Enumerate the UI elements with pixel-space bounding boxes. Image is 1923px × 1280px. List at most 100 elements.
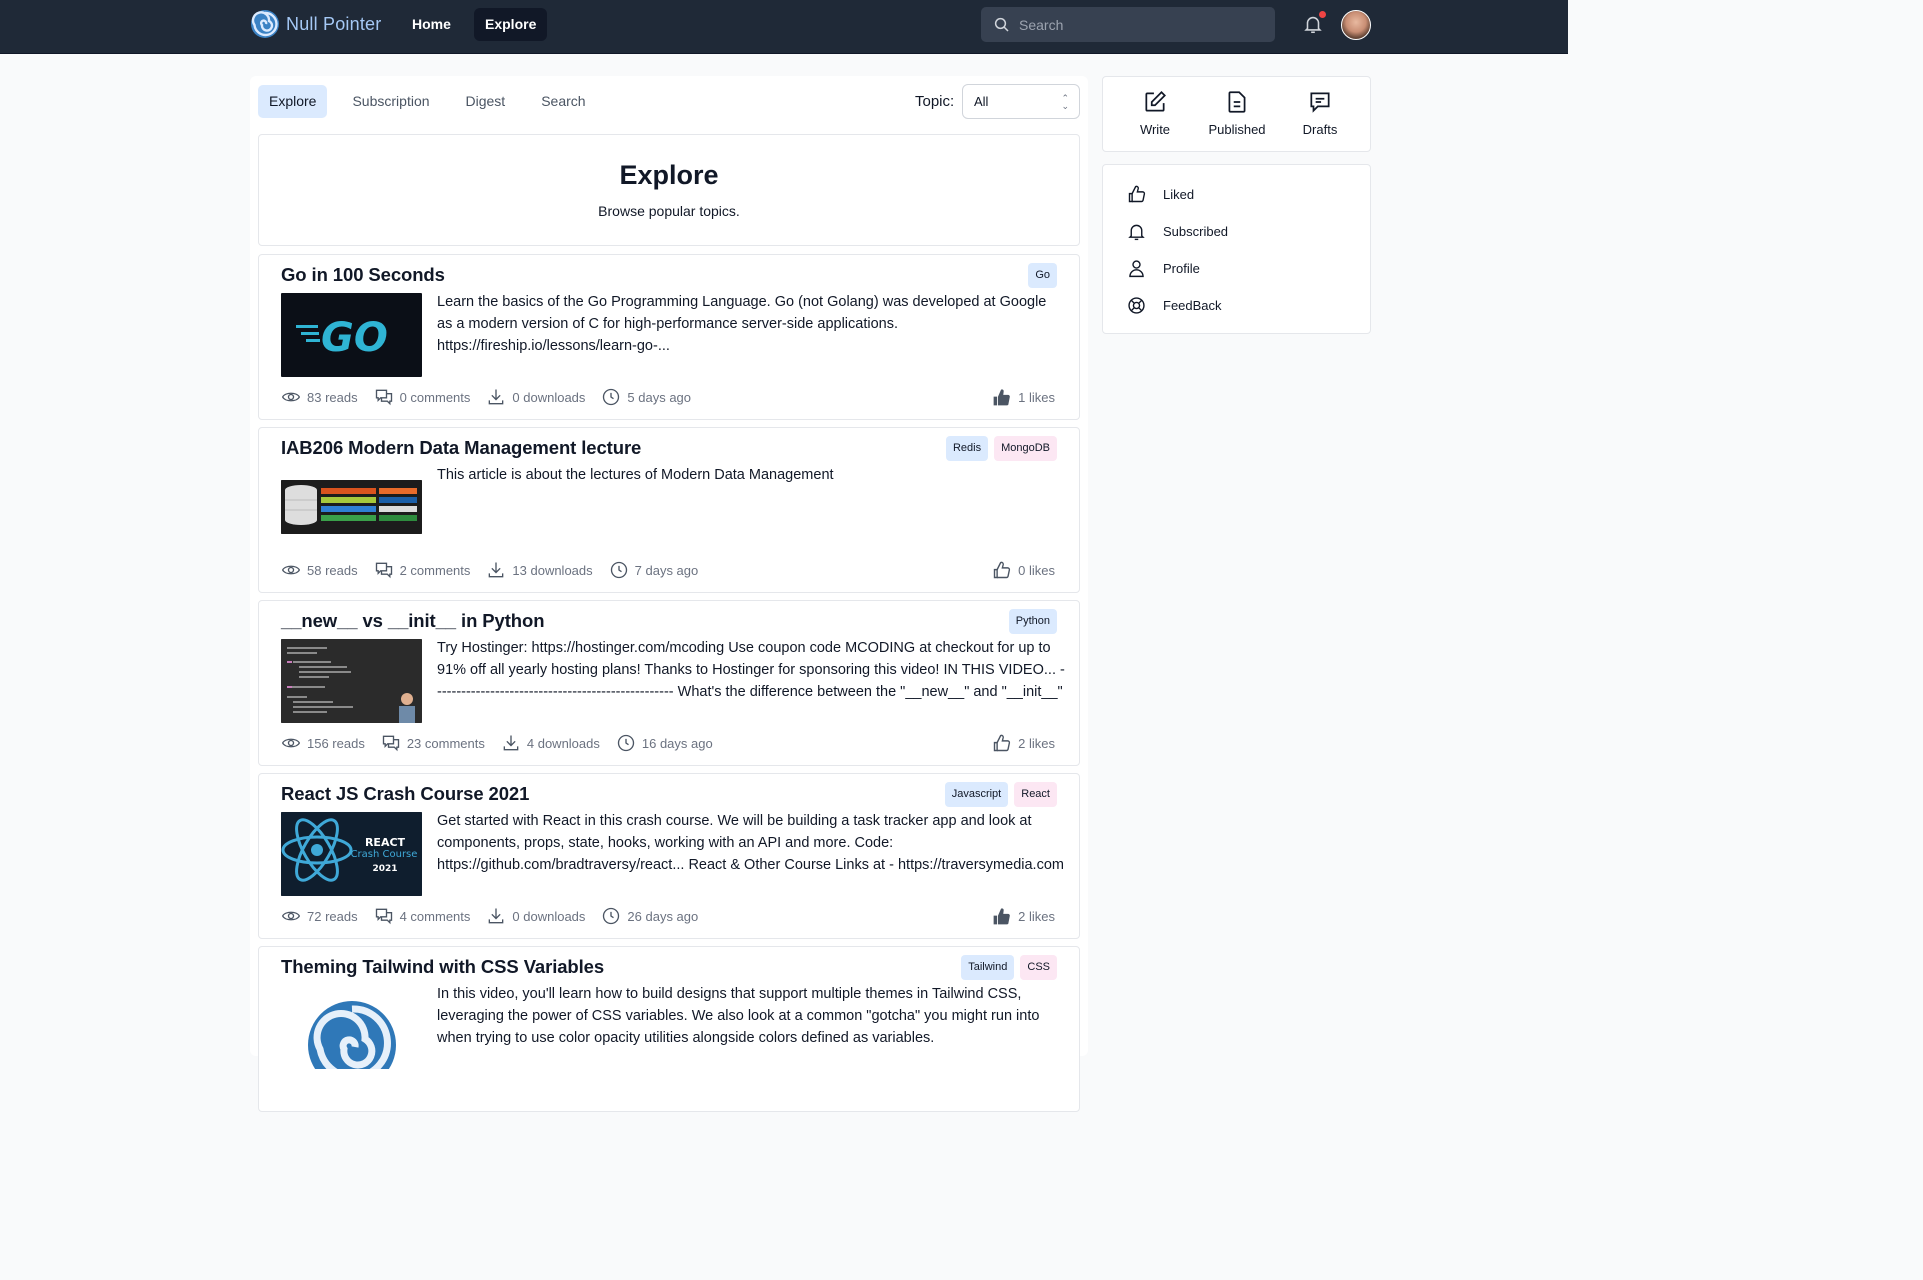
article-title[interactable]: __new__ vs __init__ in Python [281, 610, 545, 632]
comments-count[interactable]: 23 comments [381, 733, 485, 753]
like-button[interactable]: 2 likes [991, 733, 1055, 754]
spiral-image [308, 1001, 396, 1069]
topic-label: Topic: [915, 93, 955, 110]
article-card[interactable]: Go in 100 Seconds Go GO Learn the basics… [258, 254, 1080, 420]
eye-icon [281, 392, 301, 402]
brand-logo[interactable]: Null Pointer [250, 9, 381, 39]
sidebar-item-feedback[interactable]: FeedBack [1126, 295, 1222, 316]
download-icon [503, 735, 519, 751]
sidebar-item-label: FeedBack [1163, 298, 1222, 313]
article-thumbnail[interactable]: REACT Crash Course 2021 [281, 812, 422, 896]
write-button[interactable]: Write [1120, 89, 1190, 137]
tab-explore[interactable]: Explore [258, 85, 328, 118]
drafts-button[interactable]: Drafts [1285, 89, 1355, 137]
likes-label: 2 likes [1018, 909, 1055, 924]
go-logo-image: GO [296, 315, 388, 361]
likes-label: 0 likes [1018, 563, 1055, 578]
search-box[interactable] [981, 7, 1275, 42]
topic-tag[interactable]: Python [1008, 609, 1057, 634]
search-input[interactable] [1019, 16, 1259, 33]
topic-select[interactable]: All ⌃ ⌄ [962, 84, 1080, 119]
tab-digest[interactable]: Digest [455, 85, 517, 118]
article-tags: Javascript React [944, 782, 1057, 807]
topic-tag[interactable]: MongoDB [994, 436, 1057, 461]
article-description: Try Hostinger: https://hostinger.com/mco… [437, 640, 1065, 700]
downloads-count[interactable]: 0 downloads [486, 387, 585, 407]
clock-icon [603, 388, 620, 406]
thumb-text: REACT [365, 836, 406, 849]
published-time: 26 days ago [601, 906, 698, 926]
downloads-label: 4 downloads [526, 735, 600, 751]
hero-section: Explore Browse popular topics. [258, 134, 1080, 246]
nav-explore[interactable]: Explore [474, 8, 548, 41]
topic-tag[interactable]: Tailwind [961, 955, 1015, 980]
comments-icon [375, 562, 392, 579]
eye-icon [281, 911, 301, 921]
article-card[interactable]: Theming Tailwind with CSS Variables Tail… [258, 946, 1080, 1112]
article-title[interactable]: Go in 100 Seconds [281, 264, 445, 286]
downloads-count[interactable]: 13 downloads [486, 560, 593, 580]
comments-label: 0 comments [399, 389, 471, 405]
comments-count[interactable]: 0 comments [374, 387, 471, 407]
article-card[interactable]: __new__ vs __init__ in Python Python Try… [258, 600, 1080, 766]
topic-tag[interactable]: Go [1028, 263, 1057, 288]
downloads-count[interactable]: 0 downloads [486, 906, 585, 926]
reads-label: 58 reads [307, 562, 358, 578]
eye-icon [281, 738, 301, 748]
article-description: Get started with React in this crash cou… [437, 813, 1064, 873]
thumb-up-icon[interactable] [991, 733, 1012, 754]
user-icon [1129, 260, 1144, 278]
reads-label: 72 reads [307, 908, 358, 924]
reads-label: 156 reads [307, 735, 365, 751]
topic-tag[interactable]: CSS [1020, 955, 1057, 980]
comments-label: 2 comments [399, 562, 471, 578]
article-title[interactable]: React JS Crash Course 2021 [281, 783, 529, 805]
article-card[interactable]: IAB206 Modern Data Management lecture Re… [258, 427, 1080, 593]
article-thumbnail[interactable]: GO [281, 293, 422, 377]
notification-dot [1319, 11, 1326, 18]
topic-tag[interactable]: Redis [945, 436, 989, 461]
sidebar-item-liked[interactable]: Liked [1126, 184, 1194, 205]
published-button[interactable]: Published [1202, 89, 1272, 137]
clock-icon [603, 907, 620, 925]
eye-icon [281, 565, 301, 575]
tab-search[interactable]: Search [530, 85, 596, 118]
thumb-up-solid-icon[interactable] [991, 906, 1012, 927]
article-description: Learn the basics of the Go Programming L… [437, 294, 1047, 354]
sidebar-item-label: Liked [1163, 187, 1195, 202]
article-thumbnail[interactable] [281, 480, 422, 534]
article-thumbnail[interactable] [281, 985, 422, 1069]
chat-bubble-icon [1310, 92, 1330, 113]
topic-tag[interactable]: React [1014, 782, 1057, 807]
reads-count: 83 reads [281, 387, 358, 407]
comments-count[interactable]: 4 comments [374, 906, 470, 926]
comments-count[interactable]: 2 comments [374, 560, 471, 580]
article-title[interactable]: Theming Tailwind with CSS Variables [281, 956, 604, 978]
sidebar-item-subscribed[interactable]: Subscribed [1126, 221, 1228, 242]
sidebar-item-profile[interactable]: Profile [1126, 258, 1200, 279]
spiral-logo-icon [251, 10, 279, 38]
tab-subscription[interactable]: Subscription [341, 85, 440, 118]
quick-actions-panel: Write Published Drafts [1102, 76, 1371, 152]
downloads-count[interactable]: 4 downloads [501, 733, 600, 753]
article-card[interactable]: React JS Crash Course 2021 Javascript Rea… [258, 773, 1080, 939]
article-stats: 156 reads 23 comments 4 downloads 16 day… [281, 733, 729, 753]
top-navbar: Null Pointer Home Explore [0, 0, 1568, 54]
nav-home[interactable]: Home [401, 8, 462, 41]
sidebar-item-label: Profile [1163, 261, 1200, 276]
sidebar-links-panel: Liked Subscribed Profile FeedBack [1102, 164, 1371, 334]
thumb-up-solid-icon[interactable] [991, 387, 1012, 408]
like-button[interactable]: 2 likes [991, 906, 1055, 927]
like-button[interactable]: 0 likes [991, 560, 1055, 581]
comments-icon [375, 389, 392, 406]
article-title[interactable]: IAB206 Modern Data Management lecture [281, 437, 641, 459]
published-label: Published [1208, 122, 1266, 137]
article-tags: Go [1028, 263, 1057, 288]
user-avatar[interactable] [1341, 10, 1371, 40]
thumb-up-icon[interactable] [991, 560, 1012, 581]
thumb-up-icon [1128, 185, 1146, 203]
like-button[interactable]: 1 likes [991, 387, 1055, 408]
topic-tag[interactable]: Javascript [944, 782, 1009, 807]
react-logo-image: REACTCrash Course 2021 [281, 812, 422, 896]
article-thumbnail[interactable] [281, 639, 422, 723]
